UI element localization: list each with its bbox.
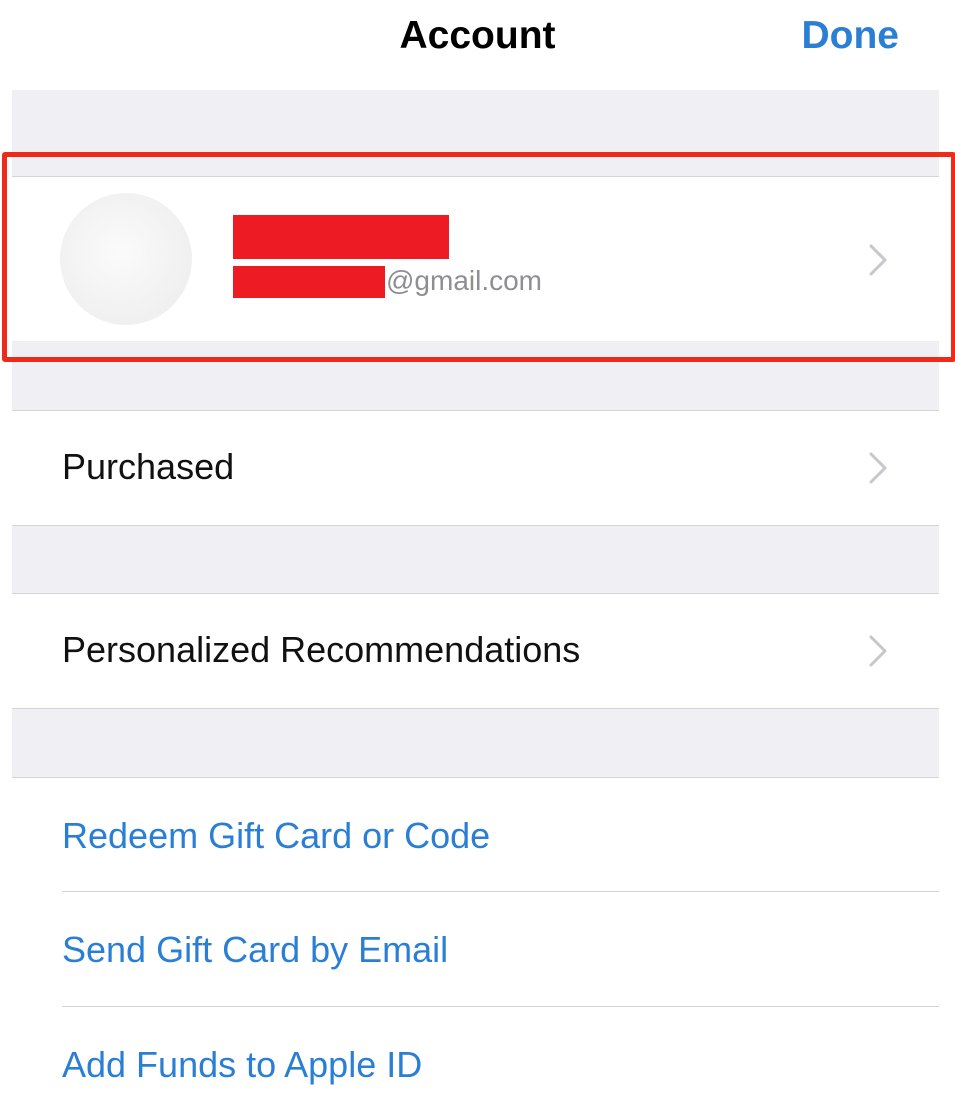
gift-card-group: Redeem Gift Card or Code Send Gift Card … <box>12 777 939 1101</box>
redeem-gift-card-link[interactable]: Redeem Gift Card or Code <box>62 814 490 858</box>
chevron-right-icon <box>869 244 887 276</box>
account-email: @gmail.com <box>386 265 543 296</box>
redeem-gift-card-row[interactable]: Redeem Gift Card or Code <box>12 778 939 891</box>
add-funds-link[interactable]: Add Funds to Apple ID <box>62 1043 422 1087</box>
section-spacer <box>12 341 939 410</box>
add-funds-row[interactable]: Add Funds to Apple ID <box>12 1007 939 1101</box>
done-button[interactable]: Done <box>802 12 900 60</box>
chevron-right-icon <box>869 452 887 484</box>
section-spacer <box>12 90 939 176</box>
redacted-name <box>233 215 449 259</box>
section-spacer <box>12 526 939 593</box>
redacted-email <box>233 266 385 298</box>
nav-bar: Account Done <box>0 0 955 90</box>
section-spacer <box>12 709 939 777</box>
account-row[interactable]: @gmail.com <box>12 176 939 342</box>
account-screen: Account Done @gmail.com Purchased Person… <box>0 0 955 1101</box>
chevron-right-icon <box>869 635 887 667</box>
avatar <box>60 193 192 325</box>
purchased-row[interactable]: Purchased <box>12 410 939 526</box>
purchased-label: Purchased <box>62 446 235 487</box>
send-gift-card-link[interactable]: Send Gift Card by Email <box>62 928 448 972</box>
recommendations-label: Personalized Recommendations <box>62 629 581 670</box>
recommendations-row[interactable]: Personalized Recommendations <box>12 593 939 709</box>
send-gift-card-row[interactable]: Send Gift Card by Email <box>12 892 939 1006</box>
